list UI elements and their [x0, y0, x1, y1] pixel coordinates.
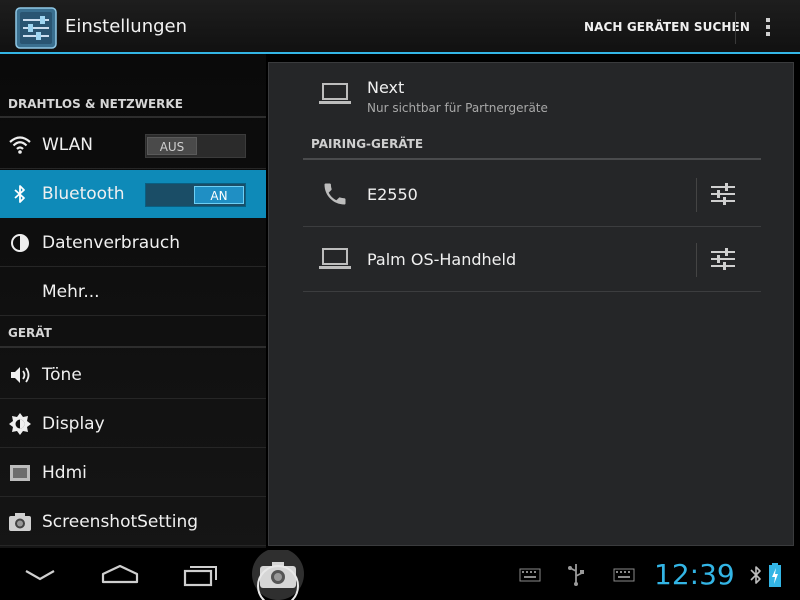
screenshot-icon[interactable] — [248, 550, 312, 600]
battery-charging-icon — [769, 563, 781, 587]
visibility-status: Nur sichtbar für Partnergeräte — [367, 101, 548, 115]
settings-sidebar: DRAHTLOS & NETZWERKE WLAN AUS Bluetooth … — [0, 54, 266, 548]
sidebar-item-label: WLAN — [42, 135, 94, 155]
home-icon[interactable] — [100, 562, 140, 586]
back-icon[interactable] — [24, 568, 56, 582]
device-settings-icon[interactable] — [709, 245, 737, 273]
bluetooth-toggle[interactable]: AN — [145, 183, 246, 207]
page-title: Einstellungen — [65, 16, 188, 37]
sidebar-item-label: Hdmi — [42, 463, 87, 483]
laptop-icon — [319, 83, 351, 104]
sidebar-item-label: Bluetooth — [42, 184, 125, 204]
recent-apps-icon[interactable] — [182, 562, 220, 588]
brightness-icon — [9, 413, 31, 435]
bluetooth-status-icon — [750, 566, 761, 584]
wifi-icon — [9, 136, 31, 154]
bluetooth-icon — [14, 185, 25, 203]
sidebar-item-wlan[interactable]: WLAN AUS — [0, 121, 266, 169]
data-usage-icon — [11, 234, 29, 252]
camera-icon — [9, 513, 31, 531]
hdmi-icon — [10, 465, 30, 481]
sidebar-item-screenshot-setting[interactable]: ScreenshotSetting — [0, 498, 266, 546]
toggle-knob: AUS — [147, 137, 197, 155]
sidebar-item-sound[interactable]: Töne — [0, 351, 266, 399]
sidebar-item-label: ScreenshotSetting — [42, 512, 199, 532]
section-divider — [303, 158, 761, 160]
sidebar-item-label: Mehr... — [42, 282, 100, 302]
status-clock[interactable]: 12:39 — [654, 558, 735, 591]
paired-devices-header: PAIRING-GERÄTE — [311, 137, 424, 151]
keyboard-icon — [519, 568, 541, 582]
search-devices-button[interactable]: NACH GERÄTEN SUCHEN — [584, 20, 750, 34]
laptop-icon — [319, 248, 351, 269]
row-divider-line — [303, 291, 761, 292]
overflow-menu-icon[interactable] — [764, 16, 772, 40]
speaker-icon — [11, 367, 30, 383]
row-divider — [696, 178, 697, 212]
row-divider-line — [303, 226, 761, 227]
sidebar-item-bluetooth[interactable]: Bluetooth AN — [0, 170, 266, 218]
toggle-knob: AN — [194, 186, 244, 204]
paired-device-name: E2550 — [367, 185, 418, 204]
category-wireless: DRAHTLOS & NETZWERKE — [8, 97, 183, 111]
sidebar-item-label: Display — [42, 414, 105, 434]
row-divider — [696, 243, 697, 277]
phone-icon — [324, 183, 346, 205]
sidebar-item-display[interactable]: Display — [0, 400, 266, 448]
action-divider — [735, 12, 736, 44]
category-divider — [0, 346, 266, 348]
sidebar-item-data-usage[interactable]: Datenverbrauch — [0, 219, 266, 267]
sidebar-item-label: Datenverbrauch — [42, 233, 181, 253]
category-device: GERÄT — [8, 326, 52, 340]
this-device-name: Next — [367, 78, 405, 97]
navigation-bar: 12:39 — [0, 548, 800, 600]
sidebar-item-more[interactable]: Mehr... — [0, 268, 266, 316]
settings-sliders-icon[interactable] — [14, 6, 58, 50]
bluetooth-panel: Next Nur sichtbar für Partnergeräte PAIR… — [268, 62, 794, 546]
wlan-toggle[interactable]: AUS — [145, 134, 246, 158]
keyboard-icon — [613, 568, 635, 582]
sidebar-item-hdmi[interactable]: Hdmi — [0, 449, 266, 497]
device-settings-icon[interactable] — [709, 180, 737, 208]
action-bar: Einstellungen NACH GERÄTEN SUCHEN — [0, 0, 800, 54]
usb-icon — [568, 564, 584, 586]
category-divider — [0, 116, 266, 118]
sidebar-item-label: Töne — [42, 365, 82, 385]
paired-device-name: Palm OS-Handheld — [367, 250, 517, 269]
